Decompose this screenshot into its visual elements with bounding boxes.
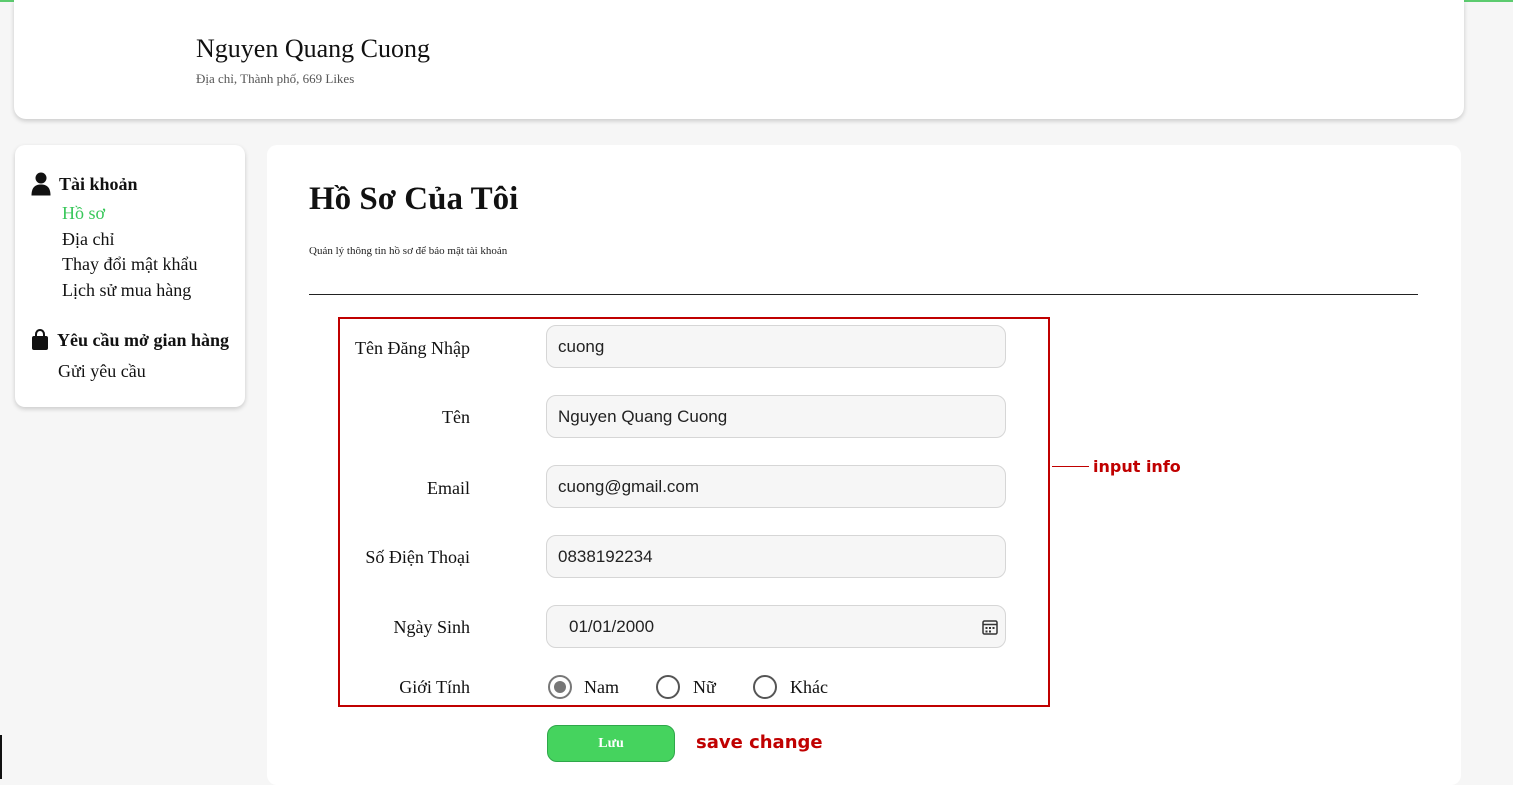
sidebar-item-change-password[interactable]: Thay đổi mật khẩu (62, 254, 197, 275)
user-location-likes: Địa chỉ, Thành phố, 669 Likes (196, 71, 355, 86)
user-name: Nguyen Quang Cuong (196, 34, 430, 63)
input-info-annotation-box (338, 317, 1050, 707)
profile-header: Nguyen Quang Cuong Địa chỉ, Thành phố, 6… (14, 0, 1464, 119)
sidebar-item-profile[interactable]: Hồ sơ (62, 203, 105, 224)
page-title: Hồ Sơ Của Tôi (309, 181, 519, 217)
page-subtitle: Quản lý thông tin hồ sơ để bảo mật tài k… (309, 245, 508, 257)
sidebar-item-purchase-history[interactable]: Lịch sử mua hàng (62, 280, 191, 301)
store-section-header: Yêu cầu mở gian hàng (31, 329, 229, 351)
divider (309, 294, 1418, 295)
sidebar-item-send-request[interactable]: Gửi yêu cầu (58, 361, 146, 382)
sidebar-item-address[interactable]: Địa chỉ (62, 229, 114, 250)
account-section-header: Tài khoản (31, 172, 138, 196)
save-button[interactable]: Lưu (547, 725, 675, 762)
account-section-title: Tài khoản (59, 173, 138, 194)
save-change-annotation: save change (696, 732, 823, 753)
shopping-bag-icon (32, 329, 48, 350)
store-section-title: Yêu cầu mở gian hàng (57, 329, 229, 350)
user-icon (31, 172, 51, 196)
annotation-connector-line (1052, 466, 1089, 467)
input-info-annotation: input info (1093, 457, 1181, 476)
cursor-edge-mark (0, 735, 2, 779)
sidebar: Tài khoản Hồ sơ Địa chỉ Thay đổi mật khẩ… (15, 145, 245, 407)
